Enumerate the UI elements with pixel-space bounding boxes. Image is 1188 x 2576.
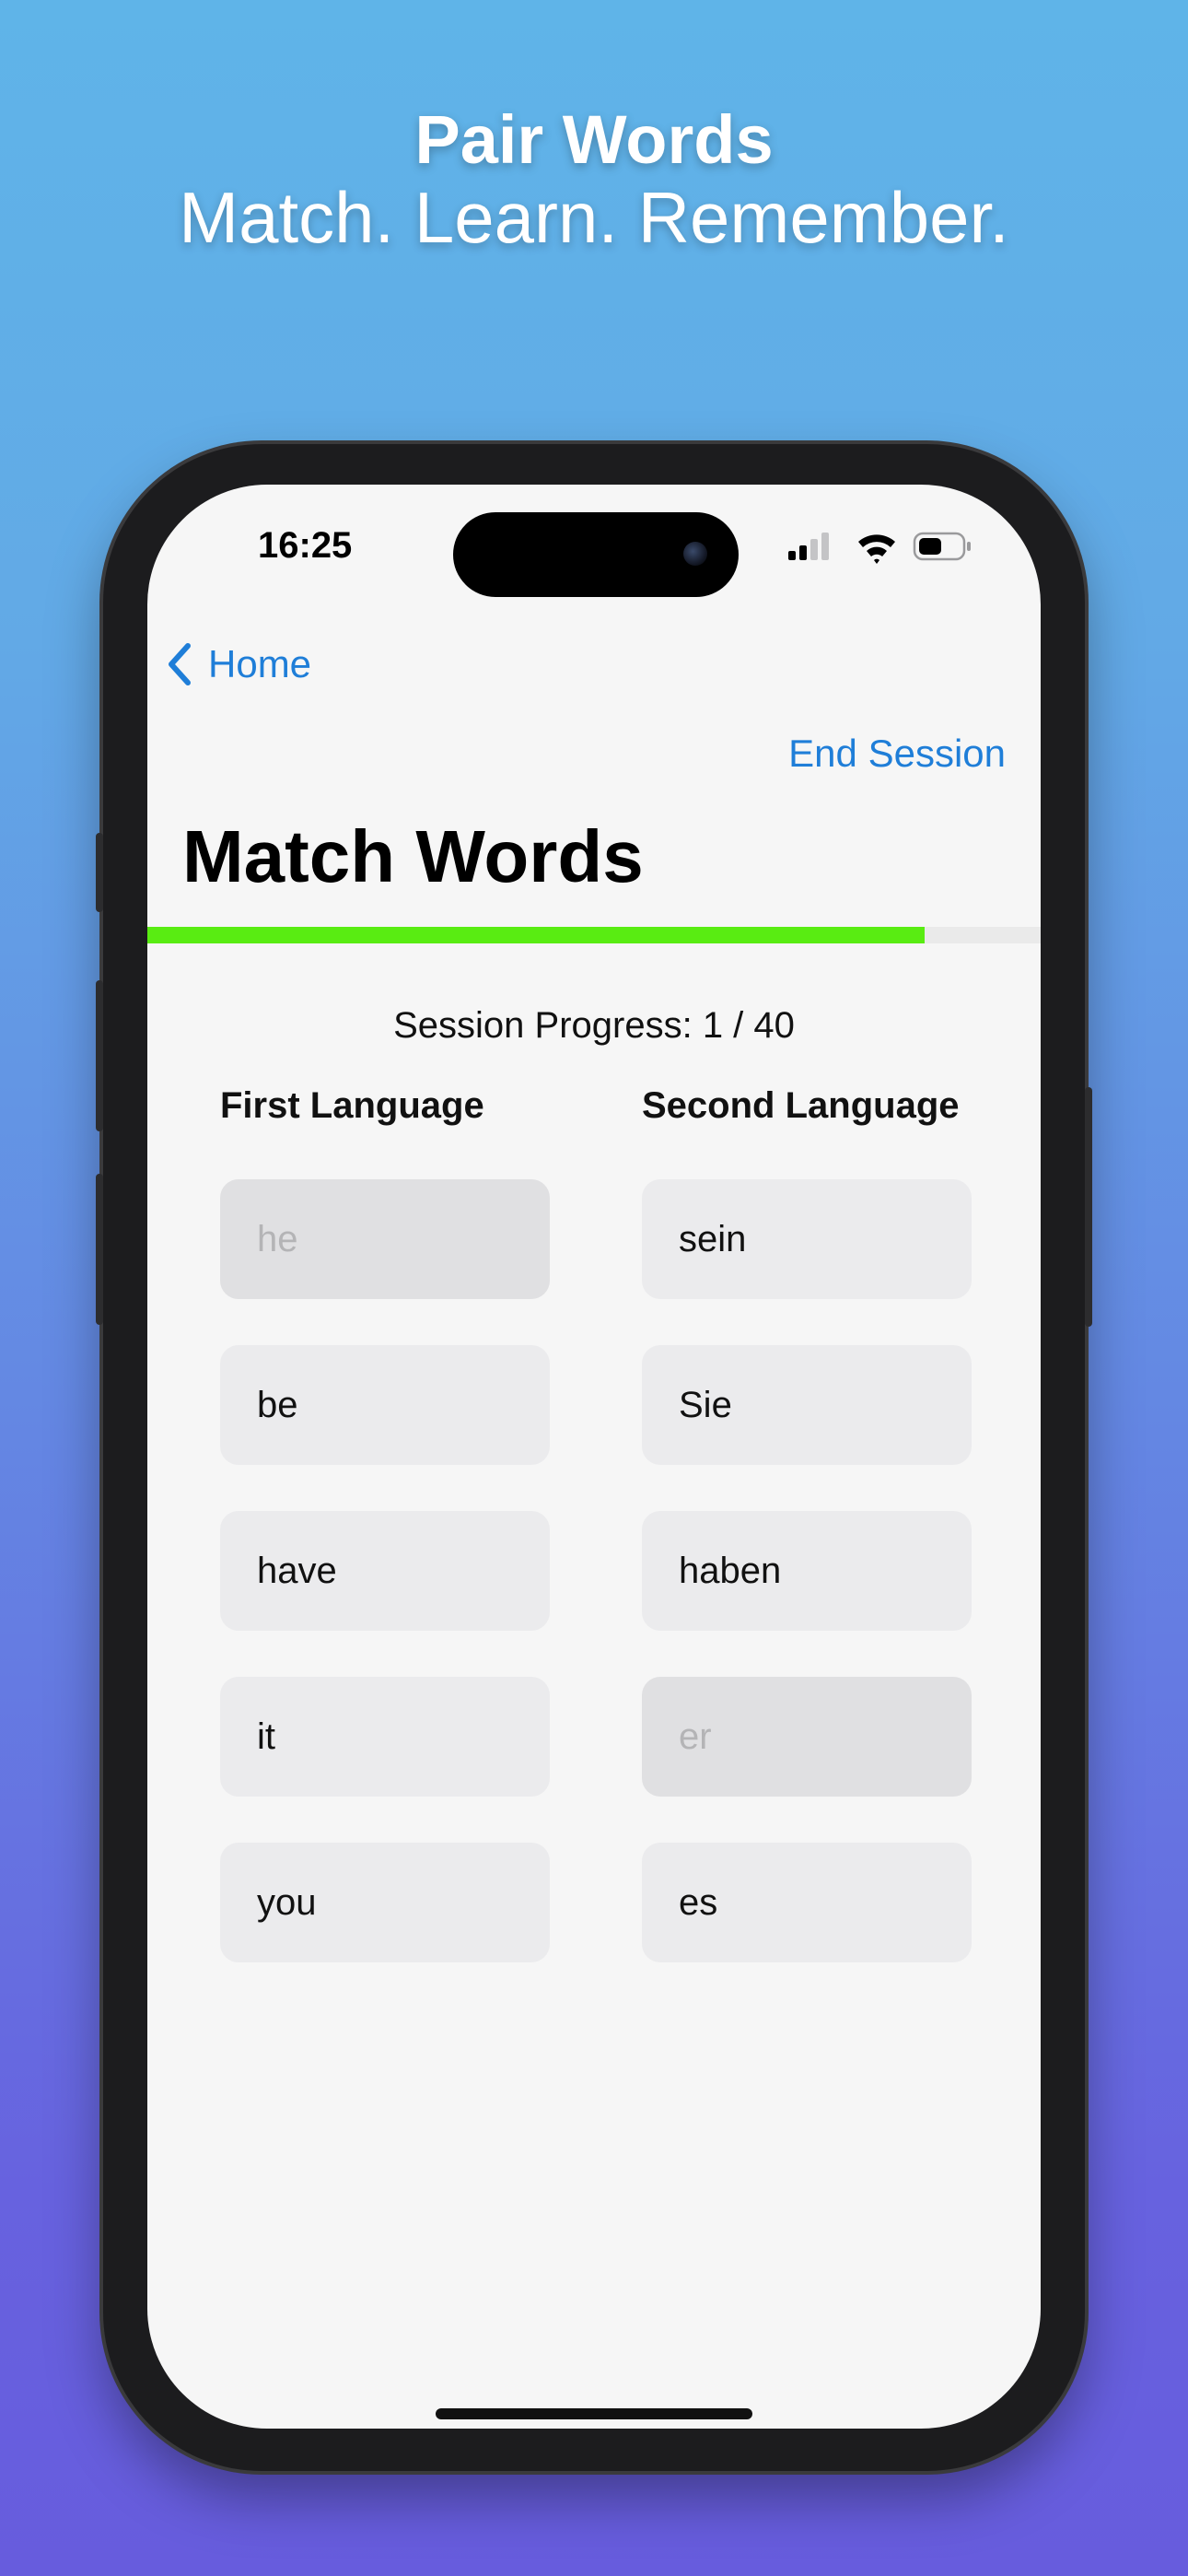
page-title: Match Words — [182, 815, 644, 897]
word-tile[interactable]: es — [642, 1843, 972, 1962]
app-screen: 16:25 Home End Session Match Words Sessi… — [147, 485, 1041, 2429]
word-tile[interactable]: Sie — [642, 1345, 972, 1465]
back-button[interactable]: Home — [162, 632, 311, 697]
volume-down-button — [96, 1174, 103, 1325]
battery-icon — [913, 532, 971, 561]
back-button-label: Home — [208, 642, 312, 685]
power-button — [1085, 1087, 1092, 1327]
word-tile[interactable]: sein — [642, 1179, 972, 1299]
session-progress-label: Session Progress: 1 / 40 — [393, 1005, 795, 1046]
word-tile[interactable]: er — [642, 1677, 972, 1797]
word-tile[interactable]: you — [220, 1843, 550, 1962]
volume-up-button — [96, 980, 103, 1131]
status-time: 16:25 — [258, 525, 353, 566]
word-tile[interactable]: be — [220, 1345, 550, 1465]
second-language-column: sein Sie haben er es — [642, 1179, 972, 2008]
word-tile[interactable]: he — [220, 1179, 550, 1299]
chevron-left-icon — [169, 643, 191, 685]
progress-bar — [147, 927, 1041, 943]
first-language-column: he be have it you — [220, 1179, 550, 2008]
camera-icon — [683, 542, 707, 566]
word-tile[interactable]: have — [220, 1511, 550, 1631]
wifi-icon — [858, 534, 895, 564]
action-button — [96, 833, 103, 912]
first-language-header: First Language — [220, 1085, 484, 1126]
dynamic-island — [453, 512, 739, 597]
progress-fill — [147, 927, 925, 943]
second-language-header: Second Language — [642, 1085, 960, 1126]
promo-title: Pair Words — [414, 101, 774, 178]
signal-icon — [788, 533, 829, 560]
end-session-button[interactable]: End Session — [788, 732, 1006, 776]
word-tile[interactable]: haben — [642, 1511, 972, 1631]
word-tile[interactable]: it — [220, 1677, 550, 1797]
status-icons — [788, 529, 973, 566]
promo-subtitle: Match. Learn. Remember. — [179, 177, 1009, 258]
home-indicator — [436, 2408, 752, 2419]
